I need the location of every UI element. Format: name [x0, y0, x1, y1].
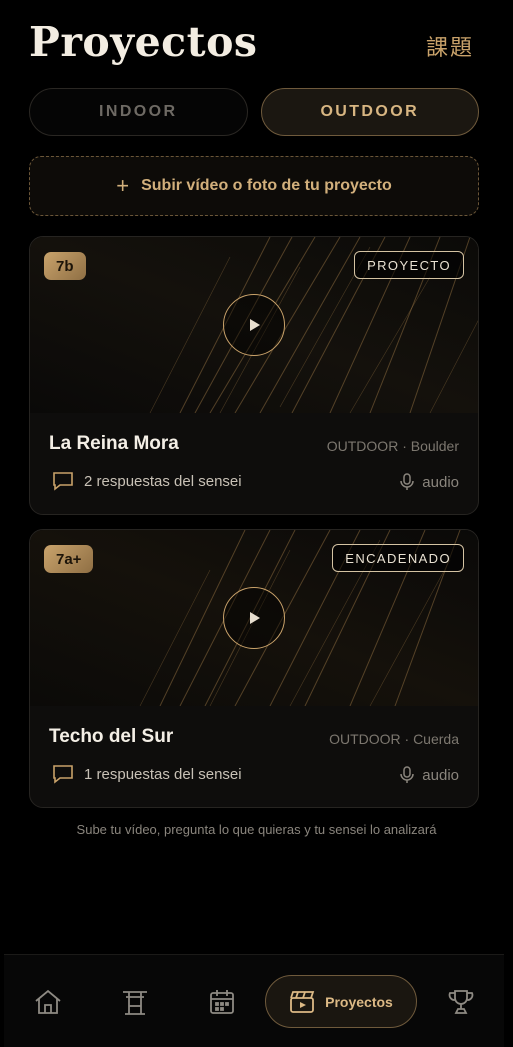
project-title: Techo del Sur — [49, 726, 174, 747]
audio-label: audio — [422, 473, 459, 491]
microphone-icon — [400, 766, 415, 783]
clapperboard-icon — [290, 990, 315, 1013]
tab-indoor[interactable]: INDOOR — [29, 88, 248, 136]
play-icon — [250, 612, 260, 624]
page-title: Proyectos — [29, 18, 258, 66]
upload-label: Subir vídeo o foto de tu proyecto — [141, 177, 392, 194]
audio-indicator: audio — [400, 766, 459, 784]
kanji-title: 課題 — [425, 36, 474, 61]
status-badge: PROYECTO — [354, 251, 464, 279]
trophy-icon — [448, 989, 474, 1014]
location-tabs: INDOOR OUTDOOR — [29, 88, 479, 136]
audio-label: audio — [422, 766, 459, 784]
project-media[interactable]: 7a+ ENCADENADO — [30, 530, 478, 706]
grade-badge: 7a+ — [44, 545, 94, 573]
sensei-responses[interactable]: 1 respuestas del sensei — [52, 764, 242, 784]
nav-dojo[interactable] — [115, 975, 155, 1028]
project-meta: OUTDOOR · Cuerda — [329, 731, 459, 747]
play-button[interactable] — [223, 587, 285, 649]
comment-icon — [53, 472, 73, 491]
nav-home[interactable] — [28, 975, 68, 1028]
microphone-icon — [400, 473, 415, 490]
footer-note: Sube tu vídeo, pregunta lo que quieras y… — [76, 822, 437, 837]
project-title: La Reina Mora — [49, 433, 179, 454]
nav-calendar[interactable] — [202, 975, 242, 1028]
nav-trophy[interactable] — [441, 975, 481, 1028]
header: Proyectos 課題 — [29, 16, 484, 68]
responses-label: 1 respuestas del sensei — [84, 765, 242, 783]
home-icon — [35, 989, 61, 1014]
status-badge: ENCADENADO — [332, 544, 464, 572]
responses-label: 2 respuestas del sensei — [84, 472, 242, 490]
audio-indicator: audio — [400, 473, 459, 491]
torii-icon — [123, 990, 147, 1015]
project-media[interactable]: 7b PROYECTO — [30, 237, 478, 413]
project-info: Techo del Sur OUTDOOR · Cuerda 1 respues… — [30, 706, 478, 807]
project-card[interactable]: 7a+ ENCADENADO Techo del Sur OUTDOOR · C… — [29, 529, 479, 808]
plus-icon: + — [116, 173, 130, 198]
project-card[interactable]: 7b PROYECTO La Reina Mora OUTDOOR · Boul… — [29, 236, 479, 515]
upload-button[interactable]: + Subir vídeo o foto de tu proyecto — [29, 156, 479, 216]
sensei-responses[interactable]: 2 respuestas del sensei — [52, 471, 242, 491]
calendar-icon — [210, 989, 234, 1014]
project-meta: OUTDOOR · Boulder — [326, 438, 459, 454]
nav-proyectos[interactable]: Proyectos — [265, 975, 417, 1028]
nav-proyectos-label: Proyectos — [325, 993, 393, 1010]
bottom-nav: Proyectos — [4, 954, 504, 1047]
tab-outdoor[interactable]: OUTDOOR — [260, 88, 479, 136]
comment-icon — [53, 765, 73, 784]
grade-badge: 7b — [44, 252, 86, 280]
project-info: La Reina Mora OUTDOOR · Boulder 2 respue… — [30, 413, 478, 514]
play-button[interactable] — [223, 294, 285, 356]
play-icon — [250, 319, 260, 331]
